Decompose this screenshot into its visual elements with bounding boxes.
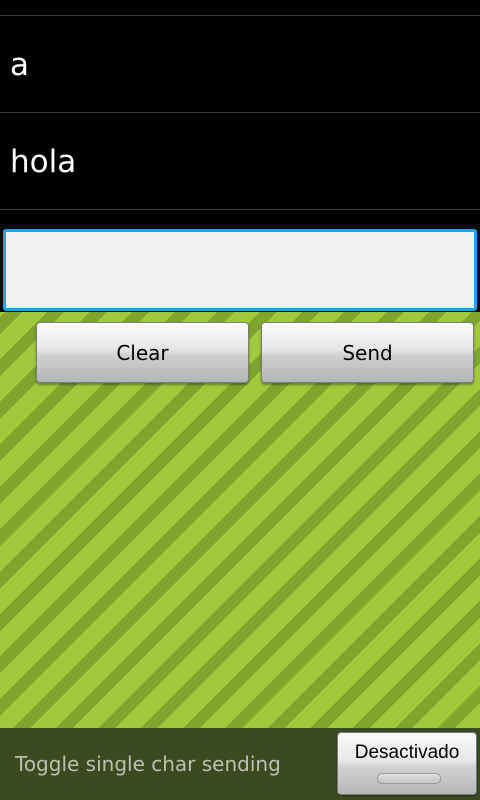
list-item[interactable]: a	[0, 17, 480, 113]
list-divider	[0, 209, 480, 210]
toggle-label: Toggle single char sending	[15, 752, 281, 776]
toggle-state-label: Desactivado	[354, 742, 460, 763]
list-divider	[0, 15, 480, 16]
input-bar	[0, 224, 480, 316]
message-list[interactable]: a hola	[0, 0, 480, 224]
list-item[interactable]: hola	[0, 114, 480, 210]
app-screen: a hola Clear Send Toggle single char sen…	[0, 0, 480, 800]
bottom-toggle-bar: Toggle single char sending Desactivado	[0, 728, 480, 800]
message-input[interactable]	[3, 229, 477, 311]
send-button[interactable]: Send	[261, 322, 474, 383]
toggle-indicator-icon	[377, 773, 441, 784]
single-char-toggle-button[interactable]: Desactivado	[337, 732, 477, 795]
clear-button[interactable]: Clear	[36, 322, 249, 383]
list-divider	[0, 112, 480, 113]
